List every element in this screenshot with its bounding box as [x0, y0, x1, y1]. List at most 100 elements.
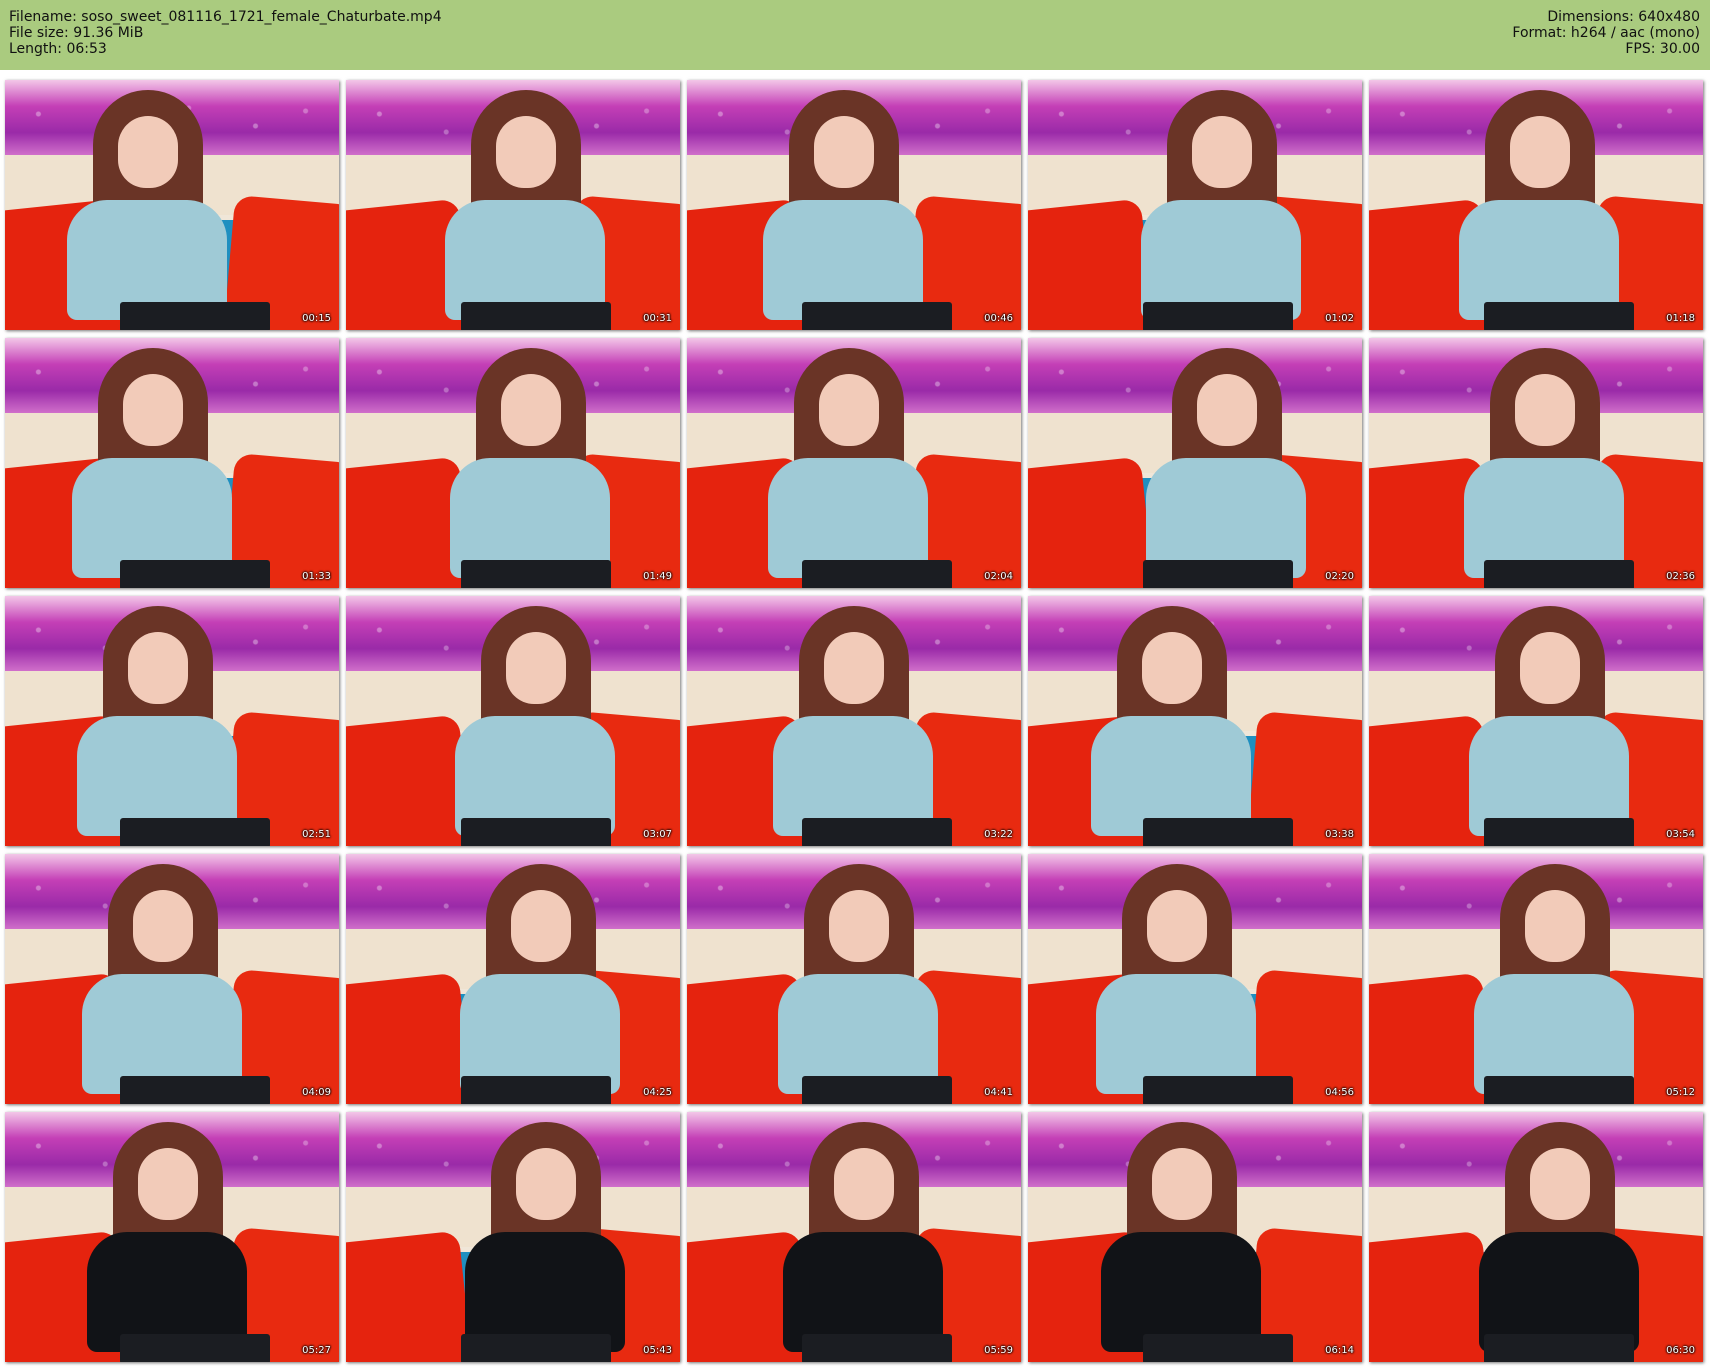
scene-laptop: [1143, 302, 1293, 330]
scene-pillow-left: [346, 1230, 473, 1362]
video-thumbnail[interactable]: 00:15: [5, 80, 339, 330]
scene-face: [133, 890, 193, 962]
scene-laptop: [461, 1076, 611, 1104]
timestamp-label: 01:33: [302, 571, 331, 582]
scene-face: [516, 1148, 576, 1220]
video-thumbnail[interactable]: 01:18: [1369, 80, 1703, 330]
thumbnail-image: [1369, 80, 1703, 330]
scene-laptop: [1143, 1334, 1293, 1362]
timestamp-label: 04:56: [1325, 1087, 1354, 1098]
scene-laptop: [1484, 1076, 1634, 1104]
video-thumbnail[interactable]: 01:49: [346, 338, 680, 588]
scene-pillow-left: [1028, 198, 1155, 330]
scene-face: [138, 1148, 198, 1220]
timestamp-label: 01:02: [1325, 313, 1354, 324]
video-thumbnail[interactable]: 06:30: [1369, 1112, 1703, 1362]
thumbnail-image: [5, 596, 339, 846]
video-thumbnail[interactable]: 05:27: [5, 1112, 339, 1362]
video-thumbnail[interactable]: 03:38: [1028, 596, 1362, 846]
thumbnail-image: [687, 854, 1021, 1104]
timestamp-label: 05:43: [643, 1345, 672, 1356]
timestamp-label: 00:31: [643, 313, 672, 324]
video-thumbnail[interactable]: 03:22: [687, 596, 1021, 846]
scene-face: [123, 374, 183, 446]
scene-laptop: [1484, 1334, 1634, 1362]
scene-laptop: [120, 818, 270, 846]
timestamp-label: 00:15: [302, 313, 331, 324]
timestamp-label: 06:14: [1325, 1345, 1354, 1356]
timestamp-label: 03:22: [984, 829, 1013, 840]
thumbnail-image: [1369, 338, 1703, 588]
scene-face: [506, 632, 566, 704]
thumbnail-image: [1028, 854, 1362, 1104]
video-thumbnail[interactable]: 00:31: [346, 80, 680, 330]
scene-laptop: [120, 302, 270, 330]
thumbnail-image: [1369, 596, 1703, 846]
video-thumbnail[interactable]: 04:09: [5, 854, 339, 1104]
scene-face: [824, 632, 884, 704]
thumbnail-image: [346, 338, 680, 588]
scene-laptop: [461, 818, 611, 846]
timestamp-label: 04:25: [643, 1087, 672, 1098]
scene-laptop: [1143, 1076, 1293, 1104]
scene-face: [814, 116, 874, 188]
scene-laptop: [1484, 302, 1634, 330]
video-thumbnail[interactable]: 03:54: [1369, 596, 1703, 846]
video-thumbnail[interactable]: 02:36: [1369, 338, 1703, 588]
video-thumbnail[interactable]: 05:59: [687, 1112, 1021, 1362]
timestamp-label: 02:51: [302, 829, 331, 840]
thumbnail-image: [5, 80, 339, 330]
thumbnail-image: [5, 1112, 339, 1362]
video-thumbnail[interactable]: 01:02: [1028, 80, 1362, 330]
scene-face: [1197, 374, 1257, 446]
scene-face: [829, 890, 889, 962]
thumbnail-image: [346, 596, 680, 846]
metadata-right: Dimensions: 640x480 Format: h264 / aac (…: [1512, 9, 1700, 57]
scene-face: [1530, 1148, 1590, 1220]
scene-pillow-left: [346, 972, 473, 1104]
scene-face: [496, 116, 556, 188]
video-thumbnail[interactable]: 01:33: [5, 338, 339, 588]
scene-face: [1142, 632, 1202, 704]
video-thumbnail[interactable]: 05:43: [346, 1112, 680, 1362]
thumbnail-image: [1028, 338, 1362, 588]
thumbnail-grid: 00:15 00:31 00:46 01:02 01:18 01:33 01:49 02:04…: [5, 80, 1709, 1368]
video-thumbnail[interactable]: 06:14: [1028, 1112, 1362, 1362]
scene-laptop: [802, 1076, 952, 1104]
thumbnail-image: [1369, 1112, 1703, 1362]
metadata-header: Filename: soso_sweet_081116_1721_female_…: [0, 0, 1710, 70]
thumbnail-image: [346, 1112, 680, 1362]
timestamp-label: 03:38: [1325, 829, 1354, 840]
timestamp-label: 04:41: [984, 1087, 1013, 1098]
video-thumbnail[interactable]: 02:04: [687, 338, 1021, 588]
dimensions-text: Dimensions: 640x480: [1547, 9, 1700, 25]
scene-face: [1192, 116, 1252, 188]
timestamp-label: 00:46: [984, 313, 1013, 324]
video-thumbnail[interactable]: 04:41: [687, 854, 1021, 1104]
scene-face: [1152, 1148, 1212, 1220]
scene-laptop: [120, 1076, 270, 1104]
thumbnail-image: [687, 596, 1021, 846]
video-thumbnail[interactable]: 02:20: [1028, 338, 1362, 588]
thumbnail-image: [687, 1112, 1021, 1362]
scene-face: [1525, 890, 1585, 962]
video-thumbnail[interactable]: 02:51: [5, 596, 339, 846]
scene-laptop: [120, 1334, 270, 1362]
thumbnail-image: [1028, 80, 1362, 330]
scene-face: [1520, 632, 1580, 704]
video-thumbnail[interactable]: 04:25: [346, 854, 680, 1104]
video-thumbnail[interactable]: 00:46: [687, 80, 1021, 330]
scene-face: [1510, 116, 1570, 188]
timestamp-label: 02:36: [1666, 571, 1695, 582]
timestamp-label: 06:30: [1666, 1345, 1695, 1356]
scene-laptop: [802, 1334, 952, 1362]
thumbnail-image: [346, 80, 680, 330]
video-thumbnail[interactable]: 03:07: [346, 596, 680, 846]
metadata-left: Filename: soso_sweet_081116_1721_female_…: [9, 9, 442, 57]
timestamp-label: 04:09: [302, 1087, 331, 1098]
thumbnail-image: [687, 80, 1021, 330]
scene-pillow-left: [1369, 1230, 1496, 1362]
video-thumbnail[interactable]: 04:56: [1028, 854, 1362, 1104]
video-thumbnail[interactable]: 05:12: [1369, 854, 1703, 1104]
scene-laptop: [461, 302, 611, 330]
